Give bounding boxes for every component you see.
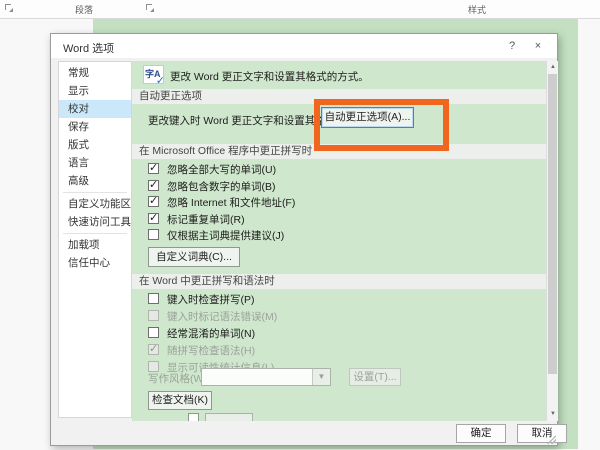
sidebar-item-quick-access-toolbar[interactable]: 快速访问工具栏 [59, 213, 131, 231]
checkbox[interactable] [148, 293, 159, 304]
options-sidebar: 常规 显示 校对 保存 版式 语言 高级 自定义功能区 快速访问工具栏 加载项 … [58, 61, 132, 418]
sidebar-item-proofing[interactable]: 校对 [59, 100, 131, 118]
checkbox[interactable] [148, 180, 159, 191]
clipped-control [205, 413, 253, 421]
scroll-down-icon[interactable]: ▼ [547, 408, 559, 421]
word-options-dialog: Word 选项 ? × 常规 显示 校对 保存 版式 语言 高级 自定义功能区 … [50, 33, 558, 446]
section-header-autocorrect: 自动更正选项 [132, 89, 546, 104]
sidebar-item-display[interactable]: 显示 [59, 82, 131, 100]
sidebar-item-add-ins[interactable]: 加载项 [59, 236, 131, 254]
sidebar-item-save[interactable]: 保存 [59, 118, 131, 136]
word-options-screen: 段落 样式 Word 选项 ? × 常规 显示 校对 保存 版式 语言 高级 自… [0, 0, 600, 450]
grammar-settings-button: 设置(T)... [349, 368, 401, 386]
scroll-up-icon[interactable]: ▲ [547, 61, 559, 74]
help-icon[interactable]: ? [503, 38, 521, 54]
resize-grip[interactable] [547, 435, 556, 444]
checkbox[interactable] [148, 163, 159, 174]
cancel-button[interactable]: 取消 [517, 424, 567, 443]
sidebar-divider [63, 192, 127, 193]
custom-dictionaries-button[interactable]: 自定义词典(C)... [148, 247, 240, 267]
writing-style-dropdown[interactable]: ▼ [201, 368, 331, 386]
chevron-down-icon: ▼ [312, 369, 330, 385]
scrollbar-thumb[interactable] [548, 74, 557, 374]
proofing-intro-text: 更改 Word 更正文字和设置其格式的方式。 [170, 69, 369, 84]
sidebar-divider [63, 233, 127, 234]
proofing-pane: 字A ✓ 更改 Word 更正文字和设置其格式的方式。 自动更正选项 更改键入时… [132, 61, 546, 421]
close-icon[interactable]: × [529, 38, 547, 54]
dialog-title: Word 选项 [63, 40, 114, 56]
sidebar-item-language[interactable]: 语言 [59, 154, 131, 172]
sidebar-item-trust-center[interactable]: 信任中心 [59, 254, 131, 272]
ribbon-group-styles: 样式 [468, 3, 486, 16]
recheck-document-button[interactable]: 检查文档(K) [148, 391, 212, 410]
ribbon-group-paragraph: 段落 [75, 3, 93, 16]
checkbox [188, 413, 199, 421]
dialog-titlebar: Word 选项 ? × [51, 34, 557, 58]
section-header-office-spelling: 在 Microsoft Office 程序中更正拼写时 [132, 144, 546, 159]
sidebar-item-general[interactable]: 常规 [59, 64, 131, 82]
dialog-launcher-icon[interactable] [5, 4, 13, 12]
checkbox[interactable] [148, 310, 159, 321]
checkbox[interactable] [148, 213, 159, 224]
sidebar-item-customize-ribbon[interactable]: 自定义功能区 [59, 195, 131, 213]
proofing-icon: 字A ✓ [143, 65, 164, 84]
checkbox[interactable] [148, 229, 159, 240]
sidebar-item-layout[interactable]: 版式 [59, 136, 131, 154]
ribbon-strip: 段落 样式 [0, 0, 600, 19]
checkbox[interactable] [148, 327, 159, 338]
autocorrect-options-button[interactable]: 自动更正选项(A)... [321, 107, 414, 128]
checkbox[interactable] [148, 196, 159, 207]
ok-button[interactable]: 确定 [456, 424, 506, 443]
vertical-scrollbar[interactable]: ▲ ▼ [546, 61, 558, 421]
sidebar-item-advanced[interactable]: 高级 [59, 172, 131, 190]
checkbox[interactable] [148, 344, 159, 355]
dialog-launcher-icon[interactable] [146, 4, 154, 12]
section-header-word-spelling-grammar: 在 Word 中更正拼写和语法时 [132, 274, 546, 289]
